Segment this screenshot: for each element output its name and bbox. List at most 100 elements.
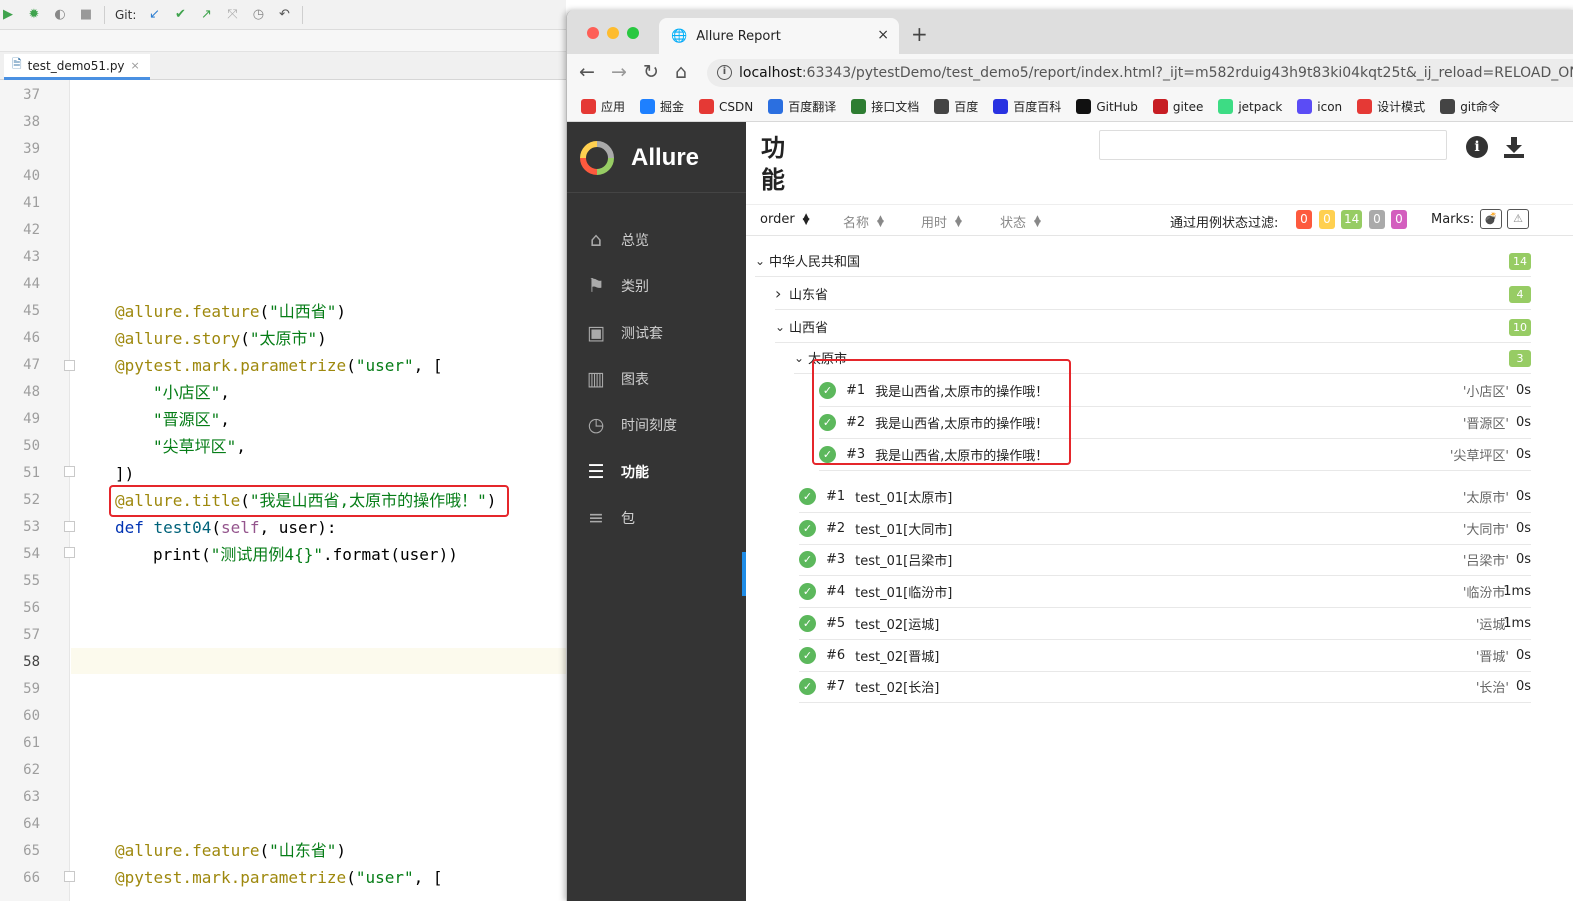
reload-icon[interactable]: ↻ bbox=[643, 62, 659, 82]
fold-marker-icon[interactable] bbox=[64, 521, 75, 532]
code-line-65[interactable]: @allure.feature("山东省") bbox=[115, 837, 346, 864]
passed-check-icon: ✓ bbox=[799, 583, 816, 601]
status-filter-badge[interactable]: 0 bbox=[1391, 210, 1407, 229]
decorator: @allure.story bbox=[115, 329, 241, 348]
debug-icon[interactable]: ✹ bbox=[26, 7, 42, 23]
code-line-66[interactable]: @pytest.mark.parametrize("user", [ bbox=[115, 864, 443, 891]
case-name: test_01[吕梁市] bbox=[855, 554, 953, 570]
bookmark-item[interactable]: 掘金 bbox=[640, 98, 684, 115]
test-case-row[interactable]: ✓ #2 test_01[大同市] '大同市' 0s bbox=[799, 513, 1531, 545]
search-input[interactable] bbox=[1099, 130, 1447, 160]
nav-item-1[interactable]: ⚑ 类别 bbox=[567, 264, 746, 308]
bookmark-item[interactable]: jetpack bbox=[1218, 99, 1282, 114]
chevron-right-icon: › bbox=[775, 284, 782, 303]
status-filter-badge[interactable]: 0 bbox=[1319, 210, 1335, 229]
bookmark-item[interactable]: 百度百科 bbox=[993, 98, 1061, 115]
bookmark-item[interactable]: 百度翻译 bbox=[768, 98, 836, 115]
nav-item-0[interactable]: ⌂ 总览 bbox=[567, 218, 746, 262]
test-case-row[interactable]: ✓ #7 test_02[长治] '长治' 0s bbox=[799, 671, 1531, 704]
flaky-mark-icon[interactable]: 💣 bbox=[1480, 209, 1502, 229]
bookmark-item[interactable]: icon bbox=[1297, 99, 1342, 114]
info-icon[interactable]: i bbox=[1466, 136, 1488, 158]
close-icon[interactable]: × bbox=[131, 59, 140, 72]
code-line-51[interactable]: ]) bbox=[115, 460, 134, 487]
minimize-window-button[interactable] bbox=[607, 27, 619, 39]
stop-icon[interactable]: ■ bbox=[78, 7, 94, 23]
group-count-badge: 3 bbox=[1509, 350, 1531, 367]
bookmarks-bar: 应用 掘金 CSDN 百度翻译 接口文档 百度 百度百科 GitHub gitee jetpack… bbox=[567, 92, 1573, 122]
bookmark-item[interactable]: git命令 bbox=[1440, 98, 1500, 115]
status-filter-badge[interactable]: 0 bbox=[1296, 210, 1312, 229]
code-line-53[interactable]: def test04(self, user): bbox=[115, 514, 337, 541]
nav-item-5[interactable]: ☰ 功能 bbox=[567, 450, 746, 494]
fold-marker-icon[interactable] bbox=[64, 466, 75, 477]
nav-item-3[interactable]: ▥ 图表 bbox=[567, 357, 746, 401]
case-duration: 0s bbox=[1515, 520, 1531, 536]
test-case-row[interactable]: ✓ #1 test_01[太原市] '太原市' 0s bbox=[799, 481, 1531, 513]
sort-arrows-icon: ▲ ▼ bbox=[802, 211, 810, 227]
git-commit-icon[interactable]: ✔ bbox=[172, 7, 188, 23]
string-literal: "小店区" bbox=[153, 383, 221, 402]
code-line-49[interactable]: "晋源区", bbox=[153, 406, 230, 433]
fold-marker-icon[interactable] bbox=[64, 360, 75, 371]
tree-group-shanxi[interactable]: ⌄ 山西省 10 bbox=[775, 311, 1531, 343]
download-icon[interactable] bbox=[1501, 134, 1527, 160]
code-line-54[interactable]: print("测试用例4{}".format(user)) bbox=[153, 541, 458, 568]
sort-column[interactable]: 状态 ▲ ▼ bbox=[1000, 212, 1041, 231]
code-line-45[interactable]: @allure.feature("山西省") bbox=[115, 298, 346, 325]
git-push-icon[interactable]: ↗ bbox=[198, 7, 214, 23]
bookmark-item[interactable]: GitHub bbox=[1076, 99, 1138, 114]
home-icon[interactable]: ⌂ bbox=[675, 62, 687, 82]
fold-marker-icon[interactable] bbox=[64, 547, 75, 558]
status-filter-badge[interactable]: 14 bbox=[1341, 210, 1363, 229]
git-history-icon[interactable]: ◷ bbox=[250, 7, 266, 23]
bookmark-item[interactable]: 百度 bbox=[934, 98, 978, 115]
code-line-48[interactable]: "小店区", bbox=[153, 379, 230, 406]
test-case-row[interactable]: ✓ #4 test_01[临汾市] '临汾市' 1ms bbox=[799, 576, 1531, 609]
bookmark-item[interactable]: gitee bbox=[1152, 99, 1203, 114]
git-compare-icon[interactable]: ⤧ bbox=[224, 7, 240, 23]
close-tab-icon[interactable]: × bbox=[877, 27, 889, 43]
test-case-row[interactable]: ✓ #3 test_01[吕梁市] '吕梁市' 0s bbox=[799, 544, 1531, 577]
sort-column[interactable]: order ▲ ▼ bbox=[760, 212, 810, 227]
allure-logo[interactable]: Allure bbox=[579, 140, 699, 176]
close-window-button[interactable] bbox=[587, 27, 599, 39]
tree-group-shandong[interactable]: › 山东省 4 bbox=[775, 278, 1531, 310]
test-case-row[interactable]: ✓ #5 test_02[运城] '运城' 1ms bbox=[799, 608, 1531, 640]
editor-tab[interactable]: 🗎 test_demo51.py × bbox=[4, 54, 150, 80]
run-icon[interactable]: ▶ bbox=[0, 7, 16, 23]
bookmark-item[interactable]: 接口文档 bbox=[851, 98, 919, 115]
punct: , [ bbox=[413, 868, 443, 887]
line-number: 53 bbox=[23, 519, 40, 535]
browser-tab[interactable]: 🌐 Allure Report × bbox=[659, 18, 899, 54]
forward-icon[interactable]: → bbox=[611, 62, 627, 82]
bookmark-item[interactable]: 设计模式 bbox=[1357, 98, 1425, 115]
baidu-translate-icon bbox=[768, 99, 784, 114]
bookmark-item[interactable]: CSDN bbox=[699, 99, 753, 114]
status-filter-badge[interactable]: 0 bbox=[1369, 210, 1385, 229]
site-info-icon[interactable]: i bbox=[717, 65, 732, 80]
warning-mark-icon[interactable]: ⚠ bbox=[1507, 209, 1529, 229]
code-line-47[interactable]: @pytest.mark.parametrize("user", [ bbox=[115, 352, 443, 379]
code-line-46[interactable]: @allure.story("太原市") bbox=[115, 325, 327, 352]
coverage-icon[interactable]: ◐ bbox=[52, 7, 68, 23]
bookmark-item[interactable]: 应用 bbox=[581, 98, 625, 115]
fold-marker-icon[interactable] bbox=[64, 871, 75, 882]
string-literal: "user" bbox=[355, 356, 414, 375]
nav-item-4[interactable]: ◷ 时间刻度 bbox=[567, 403, 746, 447]
nav-item-6[interactable]: ≡ 包 bbox=[567, 496, 746, 540]
tree-group-root[interactable]: ⌄ 中华人民共和国 14 bbox=[755, 245, 1531, 277]
git-update-icon[interactable]: ↙ bbox=[146, 7, 162, 23]
nav-item-2[interactable]: ▣ 测试套 bbox=[567, 311, 746, 355]
new-tab-button[interactable]: + bbox=[911, 22, 928, 46]
address-bar[interactable]: i localhost:63343/pytestDemo/test_demo5/… bbox=[707, 59, 1573, 87]
test-case-row[interactable]: ✓ #6 test_02[晋城] '晋城' 0s bbox=[799, 640, 1531, 672]
git-rollback-icon[interactable]: ↶ bbox=[276, 7, 292, 23]
case-duration: 0s bbox=[1515, 489, 1531, 504]
line-number: 62 bbox=[23, 762, 40, 778]
maximize-window-button[interactable] bbox=[627, 27, 639, 39]
sort-column[interactable]: 用时 ▲ ▼ bbox=[921, 212, 962, 231]
sort-column[interactable]: 名称 ▲ ▼ bbox=[843, 212, 884, 231]
code-line-50[interactable]: "尖草坪区", bbox=[153, 433, 246, 460]
back-icon[interactable]: ← bbox=[579, 62, 595, 82]
